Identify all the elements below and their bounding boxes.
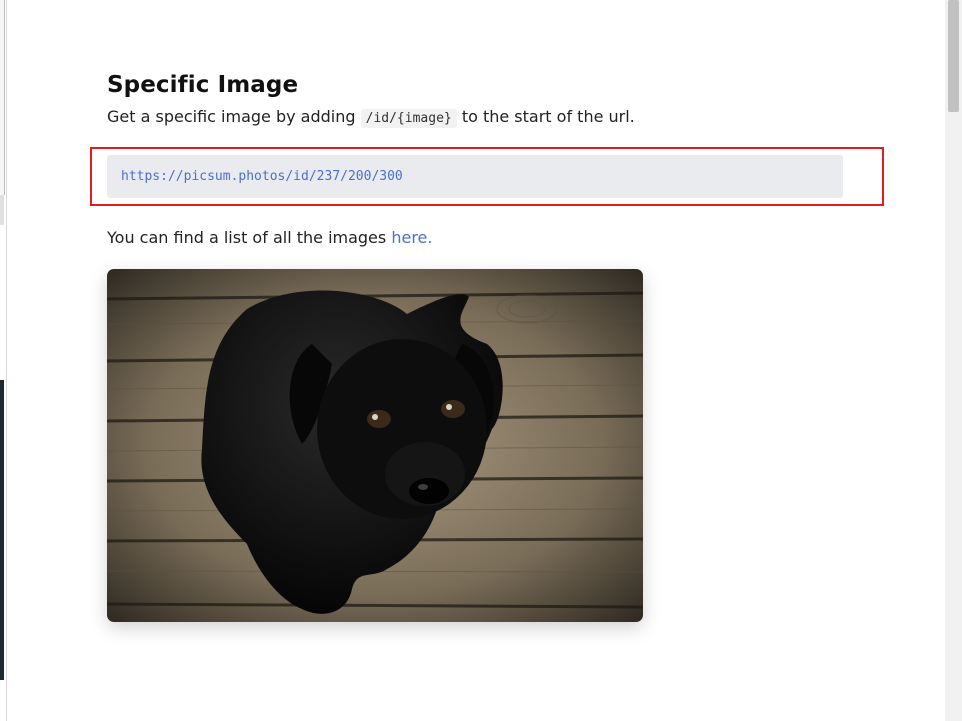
puppy-photo — [107, 269, 643, 622]
inline-code-id-image: /id/{image} — [360, 109, 457, 128]
section-description: Get a specific image by adding /id/{imag… — [107, 106, 887, 130]
scrollbar-thumb[interactable] — [948, 0, 959, 112]
description-suffix: to the start of the url. — [461, 107, 635, 126]
puppy-photo-image — [107, 269, 643, 622]
background-window-edge — [0, 0, 7, 721]
specific-image-section: Specific Image Get a specific image by a… — [107, 72, 887, 130]
images-list-text: You can find a list of all the images he… — [107, 228, 432, 247]
page: Specific Image Get a specific image by a… — [0, 0, 962, 721]
images-list-link[interactable]: here. — [391, 228, 432, 247]
list-text-label: You can find a list of all the images — [107, 228, 387, 247]
highlight-box — [90, 147, 884, 206]
vertical-scrollbar[interactable] — [945, 0, 962, 721]
description-prefix: Get a specific image by adding — [107, 107, 356, 126]
section-title: Specific Image — [107, 72, 299, 98]
